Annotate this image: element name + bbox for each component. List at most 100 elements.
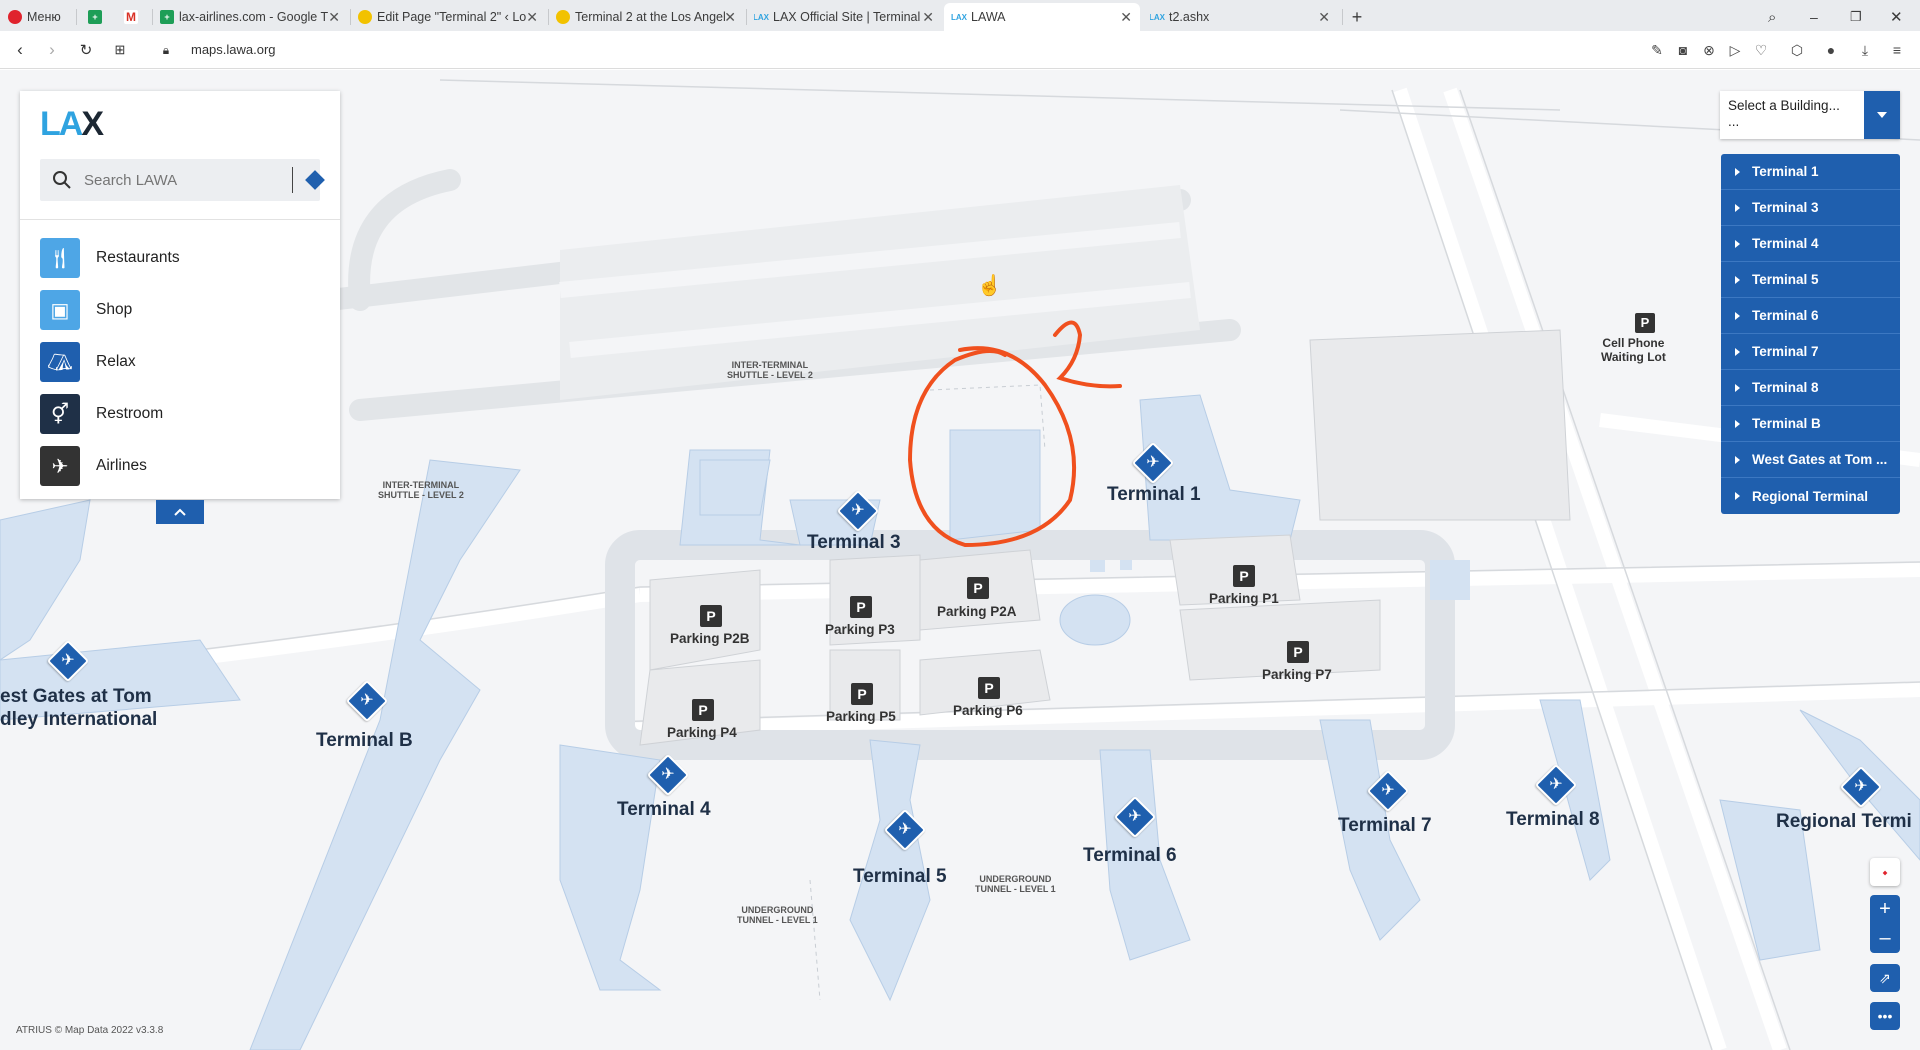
edit-icon[interactable]: ✎: [1648, 41, 1666, 59]
restore-icon[interactable]: ❐: [1850, 3, 1872, 31]
close-tab-icon[interactable]: ✕: [1120, 9, 1132, 26]
west-gates-label-line2[interactable]: dley International: [0, 709, 157, 731]
category-shop[interactable]: ▣ Shop: [40, 288, 330, 332]
camera-icon[interactable]: ◙: [1674, 41, 1692, 59]
search-input[interactable]: [84, 169, 254, 191]
lax-icon: LAX: [951, 12, 967, 22]
terminal-3-label[interactable]: Terminal 3: [807, 532, 901, 554]
more-options-button[interactable]: •••: [1870, 1002, 1900, 1030]
more-icon: •••: [1877, 1008, 1893, 1024]
parking-p2b-icon[interactable]: P: [700, 605, 722, 627]
close-tab-icon[interactable]: ✕: [328, 9, 340, 26]
tab-sheets[interactable]: +: [88, 3, 110, 31]
menu-icon[interactable]: ≡: [1888, 41, 1906, 59]
download-icon[interactable]: ⤓: [1856, 41, 1874, 59]
collapse-panel-button[interactable]: [156, 500, 204, 524]
parking-p5-label[interactable]: Parking P5: [826, 709, 896, 724]
parking-p6-label[interactable]: Parking P6: [953, 703, 1023, 718]
terminal-5-label[interactable]: Terminal 5: [853, 866, 947, 888]
compass-button[interactable]: ⬩: [1870, 858, 1900, 886]
regional-terminal-label[interactable]: Regional Termi: [1776, 811, 1912, 833]
close-tab-icon[interactable]: ✕: [724, 9, 736, 26]
parking-p3-icon[interactable]: P: [850, 596, 872, 618]
parking-p2b-label[interactable]: Parking P2B: [670, 631, 750, 646]
category-airlines[interactable]: ✈ Airlines: [40, 444, 330, 488]
parking-p4-label[interactable]: Parking P4: [667, 725, 737, 740]
tab-edit-page[interactable]: Edit Page "Terminal 2" ‹ Lo ✕: [358, 3, 546, 31]
airplane-icon: ✈: [1381, 782, 1395, 799]
tab-gmail[interactable]: M: [124, 3, 146, 31]
send-icon[interactable]: ▷: [1726, 41, 1744, 59]
building-item-terminal-1[interactable]: Terminal 1: [1721, 154, 1900, 190]
lax-logo[interactable]: LAX: [40, 105, 104, 144]
reload-icon[interactable]: ↻: [76, 40, 96, 60]
share-button[interactable]: ⇗: [1870, 964, 1900, 992]
tabs-grid-icon[interactable]: ⊞: [110, 40, 130, 60]
parking-p2a-label[interactable]: Parking P2A: [937, 604, 1017, 619]
building-item-regional-terminal[interactable]: Regional Terminal: [1721, 478, 1900, 514]
tab-search-icon[interactable]: ⌕: [1768, 3, 1790, 31]
caret-right-icon: [1735, 275, 1740, 284]
terminal-8-label[interactable]: Terminal 8: [1506, 809, 1600, 831]
zoom-out-button[interactable]: –: [1879, 924, 1890, 953]
building-item-terminal-8[interactable]: Terminal 8: [1721, 370, 1900, 406]
directions-icon[interactable]: [305, 170, 325, 190]
caret-right-icon: [1735, 383, 1740, 392]
forward-icon[interactable]: ›: [42, 40, 62, 60]
cell-phone-lot-icon[interactable]: P: [1635, 313, 1655, 333]
terminal-1-label[interactable]: Terminal 1: [1107, 484, 1201, 506]
heart-icon[interactable]: ♡: [1752, 41, 1770, 59]
building-item-terminal-3[interactable]: Terminal 3: [1721, 190, 1900, 226]
west-gates-label-line1[interactable]: est Gates at Tom: [0, 686, 152, 708]
tab-terminal-2[interactable]: Terminal 2 at the Los Angel ✕: [556, 3, 744, 31]
parking-p5-icon[interactable]: P: [851, 683, 873, 705]
tab-lax-official[interactable]: LAX LAX Official Site | Terminal ✕: [754, 3, 942, 31]
terminal-4-label[interactable]: Terminal 4: [617, 799, 711, 821]
terminal-6-label[interactable]: Terminal 6: [1083, 845, 1177, 867]
parking-p7-label[interactable]: Parking P7: [1262, 667, 1332, 682]
parking-p4-icon[interactable]: P: [692, 699, 714, 721]
compass-icon: ⬩: [1882, 863, 1888, 880]
cube-icon[interactable]: ⬡: [1788, 41, 1806, 59]
url-field[interactable]: maps.lawa.org: [191, 42, 276, 57]
category-restroom[interactable]: ⚥ Restroom: [40, 392, 330, 436]
building-item-terminal-5[interactable]: Terminal 5: [1721, 262, 1900, 298]
back-icon[interactable]: ‹: [10, 40, 30, 60]
tab-menu[interactable]: Меню: [8, 3, 70, 31]
zoom-in-button[interactable]: +: [1879, 895, 1891, 924]
parking-p1-icon[interactable]: P: [1233, 565, 1255, 587]
parking-p7-icon[interactable]: P: [1287, 641, 1309, 663]
tab-lax-airlines[interactable]: + lax-airlines.com - Google T ✕: [160, 3, 348, 31]
sheets-icon: +: [160, 10, 174, 24]
parking-p6-icon[interactable]: P: [978, 677, 1000, 699]
minimize-icon[interactable]: –: [1810, 3, 1832, 31]
shield-icon[interactable]: ⊗: [1700, 41, 1718, 59]
profile-icon[interactable]: ●: [1822, 41, 1840, 59]
close-window-icon[interactable]: ✕: [1890, 3, 1912, 31]
building-item-terminal-7[interactable]: Terminal 7: [1721, 334, 1900, 370]
caret-right-icon: [1735, 419, 1740, 428]
category-relax[interactable]: ⛺︎ Relax: [40, 340, 330, 384]
category-restaurants[interactable]: 🍴︎ Restaurants: [40, 236, 330, 280]
new-tab-icon[interactable]: +: [1346, 3, 1368, 31]
terminal-7-label[interactable]: Terminal 7: [1338, 815, 1432, 837]
cell-phone-lot-label[interactable]: Cell Phone Waiting Lot: [1601, 336, 1666, 364]
building-item-terminal-6[interactable]: Terminal 6: [1721, 298, 1900, 334]
parking-p3-label[interactable]: Parking P3: [825, 622, 895, 637]
terminal-b-label[interactable]: Terminal B: [316, 730, 413, 752]
close-tab-icon[interactable]: ✕: [526, 9, 538, 26]
close-tab-icon[interactable]: ✕: [922, 9, 934, 26]
tab-lawa-active[interactable]: LAX LAWA ✕: [944, 3, 1140, 31]
parking-p2a-icon[interactable]: P: [967, 577, 989, 599]
tunnel-label-2: UNDERGROUND TUNNEL - LEVEL 1: [975, 874, 1056, 894]
building-select[interactable]: Select a Building... ...: [1720, 91, 1900, 139]
address-bar: ‹ › ↻ ⊞ 🔒︎ maps.lawa.org ✎ ◙ ⊗ ▷ ♡ ⬡ ● ⤓…: [0, 31, 1920, 69]
parking-p1-label[interactable]: Parking P1: [1209, 591, 1279, 606]
building-select-toggle[interactable]: [1864, 91, 1900, 139]
building-item-terminal-4[interactable]: Terminal 4: [1721, 226, 1900, 262]
close-tab-icon[interactable]: ✕: [1318, 9, 1330, 26]
building-item-west-gates[interactable]: West Gates at Tom ...: [1721, 442, 1900, 478]
tab-t2-ashx[interactable]: LAX t2.ashx ✕: [1150, 3, 1338, 31]
wordpress-icon: [556, 10, 570, 24]
building-item-terminal-b[interactable]: Terminal B: [1721, 406, 1900, 442]
